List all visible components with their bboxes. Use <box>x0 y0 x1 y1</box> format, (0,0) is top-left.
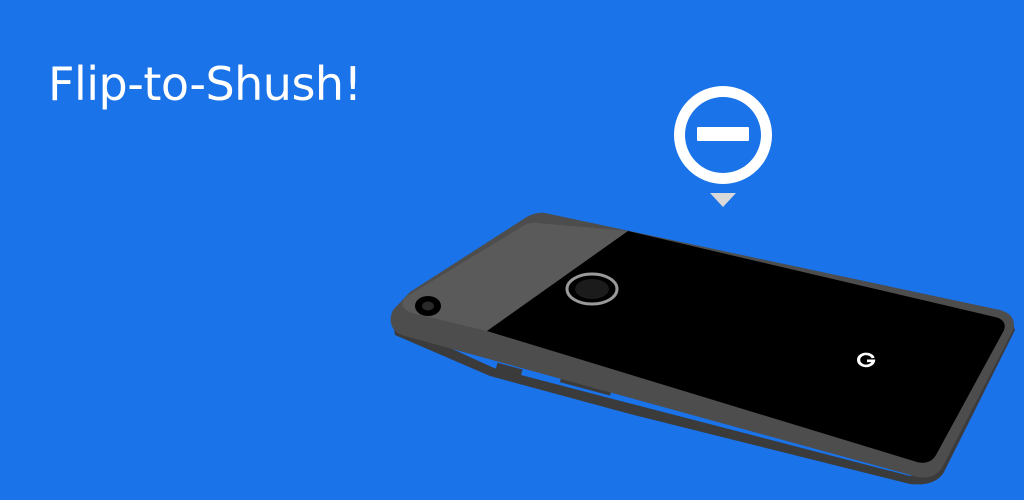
do-not-disturb-icon <box>674 86 772 207</box>
phone <box>390 212 1015 485</box>
promo-banner: Flip-to-Shush! <box>0 0 1024 500</box>
badge-minus-bar <box>697 127 749 141</box>
badge-pointer <box>710 193 736 207</box>
camera-lens <box>415 296 441 316</box>
phone-illustration <box>390 86 1015 485</box>
